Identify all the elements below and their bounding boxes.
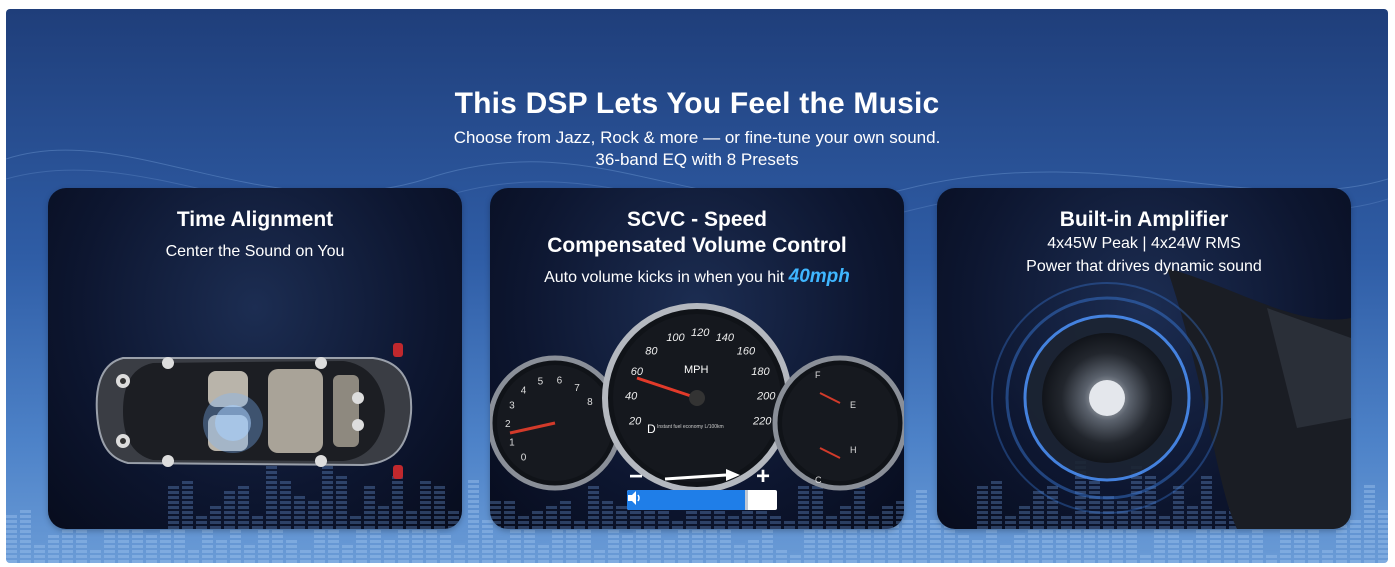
gauge-tick-label: 3 (509, 400, 515, 411)
dsp-feature-banner: This DSP Lets You Feel the Music Choose … (6, 9, 1388, 563)
amplifier-spec: 4x45W Peak | 4x24W RMS (1047, 235, 1241, 252)
gauge-tick-label: 160 (737, 346, 756, 358)
amplifier-title: Built-in Amplifier (1059, 208, 1229, 231)
gauge-tick-label: 140 (716, 332, 735, 344)
gauge-tick-label: 100 (666, 332, 685, 344)
car-topview-illustration (95, 343, 459, 529)
temp-hot-label: H (850, 445, 857, 455)
gauge-tick-label: 20 (628, 416, 642, 428)
volume-plus-label: + (756, 463, 771, 490)
gear-indicator: D (647, 422, 656, 436)
gauge-tick-label: 4 (521, 385, 527, 396)
time-alignment-subtitle: Center the Sound on You (165, 243, 345, 260)
eq-presets-text: 36-band EQ with 8 Presets (595, 150, 799, 169)
volume-slider-handle[interactable] (745, 490, 748, 510)
fuel-economy-readout: Instant fuel economy L/100km (657, 424, 724, 430)
gauge-tick-label: 60 (631, 366, 644, 378)
gauge-tick-label: 1 (509, 438, 515, 449)
time-alignment-title: Time Alignment (176, 208, 334, 231)
speed-threshold: 40mph (788, 266, 850, 287)
mph-label: MPH (684, 364, 709, 376)
page-subtitle: Choose from Jazz, Rock & more — or fine-… (453, 128, 941, 147)
temp-cold-label: C (815, 475, 822, 485)
gauge-tick-label: 180 (751, 366, 770, 378)
scvc-subtitle-text: Auto volume kicks in when you hit (544, 269, 785, 286)
scvc-title-line2: Compensated Volume Control (547, 234, 847, 257)
gauge-tick-label: 120 (691, 327, 710, 339)
volume-minus-label: − (629, 463, 644, 490)
speaker-icon (628, 491, 640, 505)
scvc-subtitle: Auto volume kicks in when you hit 40mph (490, 266, 904, 289)
time-alignment-card: Time Alignment Center the Sound on You (48, 188, 462, 529)
fuel-empty-label: E (850, 400, 856, 410)
scvc-title-line1: SCVC - Speed (626, 208, 768, 231)
gauge-tick-label: 2 (505, 419, 511, 430)
gauge-tick-label: 220 (752, 416, 772, 428)
fuel-full-label: F (815, 370, 821, 380)
scvc-card: 012345678 20 40 60 80 100 120 140 160 180 200 220 … (490, 188, 904, 529)
volume-slider[interactable] (627, 490, 777, 510)
gauge-tick-label: 200 (756, 391, 776, 403)
page-title: This DSP Lets You Feel the Music (454, 87, 940, 120)
gauge-tick-label: 6 (557, 376, 563, 387)
gauge-tick-label: 5 (538, 377, 544, 388)
gauge-tick-label: 8 (587, 397, 593, 408)
amplifier-subtitle: Power that drives dynamic sound (1026, 258, 1262, 275)
gauge-tick-label: 0 (521, 453, 527, 464)
gauge-tick-label: 40 (625, 391, 638, 403)
gauge-tick-label: 80 (645, 346, 658, 358)
gauge-tick-label: 7 (574, 383, 580, 394)
volume-level-fill (627, 490, 747, 510)
amplifier-card: Built-in Amplifier 4x45W Peak | 4x24W RM… (937, 188, 1351, 529)
